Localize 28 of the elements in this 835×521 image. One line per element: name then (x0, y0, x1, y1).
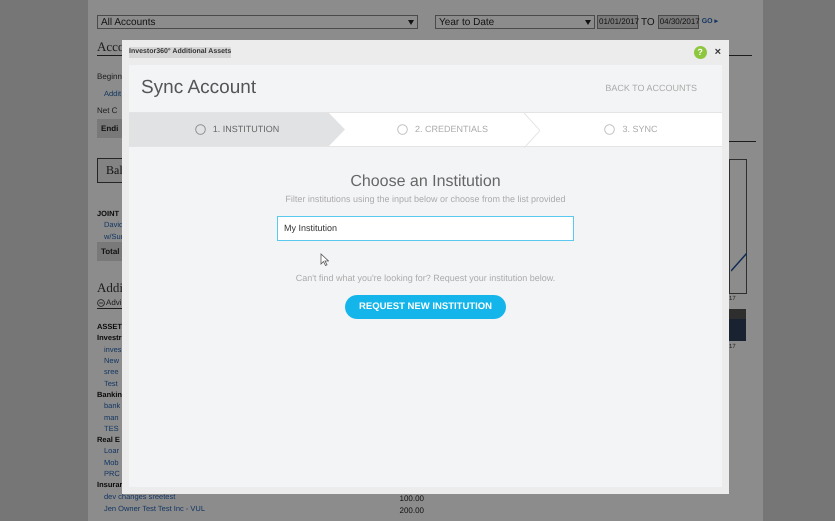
start-date-field[interactable]: 01/01/2017 (597, 15, 638, 29)
radio-circle-icon (604, 124, 616, 135)
dialog-heading: Sync Account (141, 76, 256, 100)
amount-cell: 200.00 (400, 506, 424, 515)
end-date-field[interactable]: 04/30/2017 (658, 15, 699, 29)
period-select[interactable]: Year to Date (435, 15, 595, 29)
amount-cell: 100.00 (400, 494, 424, 503)
bar-chart-drawing (729, 309, 746, 341)
account-select[interactable]: All Accounts (97, 15, 418, 29)
mouse-pointer-icon (320, 252, 329, 266)
dropdown-arrow-icon (585, 20, 591, 24)
dropdown-arrow-icon (408, 20, 414, 24)
institution-search-field[interactable]: My Institution (277, 216, 574, 240)
row-label: Beginn (97, 71, 122, 83)
back-link[interactable]: BACK TO ACCOUNTS (605, 82, 697, 96)
trend-line-drawing (731, 252, 747, 272)
instructions-text: Filter institutions using the input below or choose from the list provided (285, 193, 566, 206)
step-tab[interactable]: 1. INSTITUTION (129, 113, 345, 146)
request-institution-button[interactable]: REQUEST NEW INSTITUTION (345, 295, 506, 319)
close-button[interactable]: × (714, 47, 721, 58)
to-label: TO (641, 16, 655, 30)
row-label: Net C (97, 105, 118, 117)
help-button[interactable]: ? (694, 46, 707, 59)
radio-circle-icon (396, 124, 408, 135)
section-title: Choose an Institution (350, 172, 501, 192)
section-heading: Addi (97, 278, 123, 297)
radio-circle-icon (194, 124, 206, 135)
hint-text: Can't find what you're looking for? Request your institution below. (296, 272, 556, 285)
